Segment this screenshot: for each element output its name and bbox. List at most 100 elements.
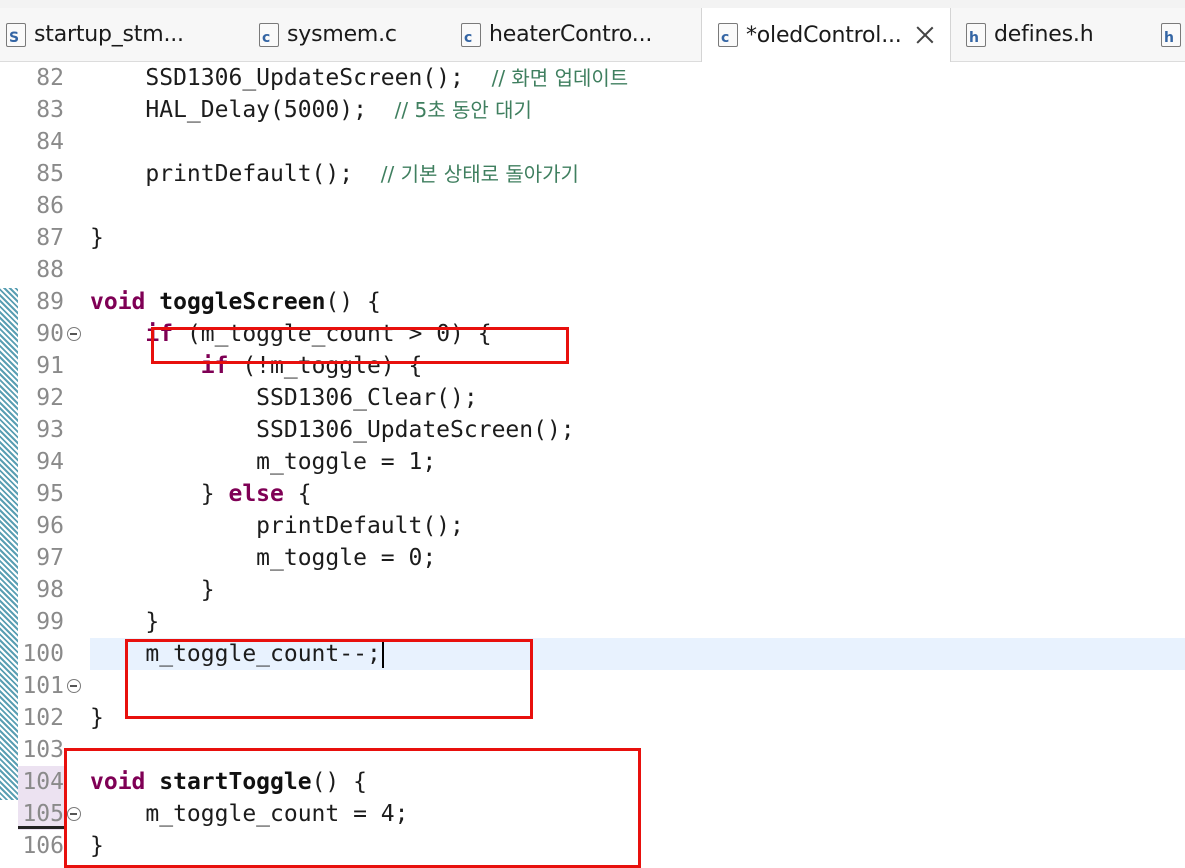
code-text-area[interactable] xyxy=(90,670,1185,702)
line-number: 85 xyxy=(36,161,64,187)
code-line[interactable]: 96 printDefault(); xyxy=(0,510,1185,542)
code-text: if (!m_toggle) { xyxy=(90,350,423,382)
fold-toggle-icon[interactable] xyxy=(67,679,81,693)
code-line[interactable]: 85 printDefault(); // 기본 상태로 돌아가기 xyxy=(0,158,1185,190)
code-text-area[interactable]: SSD1306_Clear(); xyxy=(90,382,1185,414)
tab-defines[interactable]: h defines.h xyxy=(966,8,1136,61)
code-text-area[interactable] xyxy=(90,190,1185,222)
code-text-area[interactable] xyxy=(90,126,1185,158)
code-text-area[interactable]: } xyxy=(90,606,1185,638)
code-text: m_toggle = 1; xyxy=(90,446,436,478)
code-text-area[interactable]: m_toggle = 0; xyxy=(90,542,1185,574)
code-line[interactable]: 103 xyxy=(0,734,1185,766)
code-text: SSD1306_Clear(); xyxy=(90,382,478,414)
code-text-area[interactable]: } else { xyxy=(90,478,1185,510)
code-line[interactable]: 99 } xyxy=(0,606,1185,638)
code-line[interactable]: 86 xyxy=(0,190,1185,222)
code-text: void toggleScreen() { xyxy=(90,286,381,318)
tab-oled-control[interactable]: c *oledControl... xyxy=(701,8,951,62)
code-line[interactable]: 94 m_toggle = 1; xyxy=(0,446,1185,478)
code-text: void startToggle() { xyxy=(90,766,367,798)
code-line[interactable]: 95 } else { xyxy=(0,478,1185,510)
code-line[interactable]: 91 if (!m_toggle) { xyxy=(0,350,1185,382)
code-line[interactable]: 101 xyxy=(0,670,1185,702)
code-line[interactable]: 88 xyxy=(0,254,1185,286)
code-line[interactable]: 105 m_toggle_count = 4; xyxy=(0,798,1185,830)
code-text: } xyxy=(90,574,215,606)
code-token: (m_toggle_count > 0) { xyxy=(173,321,492,347)
code-text-area[interactable]: } xyxy=(90,702,1185,734)
line-number: 102 xyxy=(22,705,64,731)
code-text-area[interactable]: } xyxy=(90,830,1185,862)
code-text-area[interactable]: void toggleScreen() { xyxy=(90,286,1185,318)
code-line[interactable]: 102} xyxy=(0,702,1185,734)
function-name-token: toggleScreen xyxy=(159,289,326,315)
code-text-area[interactable]: } xyxy=(90,574,1185,606)
code-text-area[interactable]: m_toggle_count = 4; xyxy=(90,798,1185,830)
code-text-area[interactable] xyxy=(90,734,1185,766)
code-text-area[interactable]: m_toggle = 1; xyxy=(90,446,1185,478)
code-text: SSD1306_UpdateScreen(); // 화면 업데이트 xyxy=(90,62,628,94)
line-number: 88 xyxy=(36,257,64,283)
code-token: () { xyxy=(311,769,367,795)
tab-sysmem[interactable]: c sysmem.c xyxy=(259,8,449,61)
tab-label: heaterContro... xyxy=(489,22,653,47)
fold-toggle-icon[interactable] xyxy=(67,327,81,341)
code-text-area[interactable]: if (!m_toggle) { xyxy=(90,350,1185,382)
code-line[interactable]: 98 } xyxy=(0,574,1185,606)
tab-label: defines.h xyxy=(994,22,1094,47)
code-text: } xyxy=(90,606,159,638)
code-text-area[interactable]: SSD1306_UpdateScreen(); // 화면 업데이트 xyxy=(90,62,1185,94)
line-number: 100 xyxy=(22,641,64,667)
close-icon[interactable] xyxy=(914,24,936,46)
code-token: m_toggle_count--; xyxy=(90,641,381,667)
code-line[interactable]: 100 m_toggle_count--; xyxy=(0,638,1185,670)
code-token: SSD1306_UpdateScreen(); xyxy=(90,65,492,91)
comment-token: // 기본 상태로 돌아가기 xyxy=(380,162,579,186)
code-text-area[interactable]: printDefault(); xyxy=(90,510,1185,542)
code-line[interactable]: 104 void startToggle() { xyxy=(0,766,1185,798)
line-number: 99 xyxy=(36,609,64,635)
code-line[interactable]: 93 SSD1306_UpdateScreen(); xyxy=(0,414,1185,446)
line-number: 82 xyxy=(36,65,64,91)
line-number: 106 xyxy=(22,833,64,859)
tab-overflow-header[interactable]: h xyxy=(1161,8,1185,61)
tab-startup-stm[interactable]: S startup_stm... xyxy=(6,8,236,61)
code-text-area[interactable] xyxy=(90,254,1185,286)
code-line[interactable]: 82 SSD1306_UpdateScreen(); // 화면 업데이트 xyxy=(0,62,1185,94)
code-text: } xyxy=(90,830,104,862)
line-number: 93 xyxy=(36,417,64,443)
code-text: printDefault(); // 기본 상태로 돌아가기 xyxy=(90,158,579,190)
tab-label: startup_stm... xyxy=(34,22,184,47)
code-line[interactable]: 87} xyxy=(0,222,1185,254)
code-text-area[interactable]: } xyxy=(90,222,1185,254)
fold-toggle-icon[interactable] xyxy=(67,807,81,821)
tab-heater-control[interactable]: c heaterContro... xyxy=(461,8,691,61)
code-editor[interactable]: 82 SSD1306_UpdateScreen(); // 화면 업데이트 83 … xyxy=(0,62,1185,859)
code-line[interactable]: 97 m_toggle = 0; xyxy=(0,542,1185,574)
c-file-icon: c xyxy=(718,23,738,47)
code-token: m_toggle = 1; xyxy=(90,449,437,475)
code-text-area[interactable]: void startToggle() { xyxy=(90,766,1185,798)
code-text-area[interactable]: HAL_Delay(5000); // 5초 동안 대기 xyxy=(90,94,1185,126)
text-caret xyxy=(381,641,384,668)
code-text-area[interactable]: SSD1306_UpdateScreen(); xyxy=(90,414,1185,446)
line-number: 98 xyxy=(36,577,64,603)
keyword-token: else xyxy=(228,481,284,507)
code-text-area[interactable]: printDefault(); // 기본 상태로 돌아가기 xyxy=(90,158,1185,190)
code-line[interactable]: 89 void toggleScreen() { xyxy=(0,286,1185,318)
code-text: m_toggle = 0; xyxy=(90,542,436,574)
code-text-area[interactable]: if (m_toggle_count > 0) { xyxy=(90,318,1185,350)
code-line[interactable]: 90 if (m_toggle_count > 0) { xyxy=(0,318,1185,350)
tab-label: *oledControl... xyxy=(746,22,902,48)
line-number-underline xyxy=(18,826,66,829)
code-token: } xyxy=(90,833,104,859)
line-number: 104 xyxy=(18,766,66,798)
line-number: 101 xyxy=(22,673,64,699)
code-line[interactable]: 92 SSD1306_Clear(); xyxy=(0,382,1185,414)
code-line[interactable]: 106} xyxy=(0,830,1185,862)
code-line[interactable]: 84 xyxy=(0,126,1185,158)
code-line[interactable]: 83 HAL_Delay(5000); // 5초 동안 대기 xyxy=(0,94,1185,126)
code-text-area[interactable]: m_toggle_count--; xyxy=(90,638,1185,670)
